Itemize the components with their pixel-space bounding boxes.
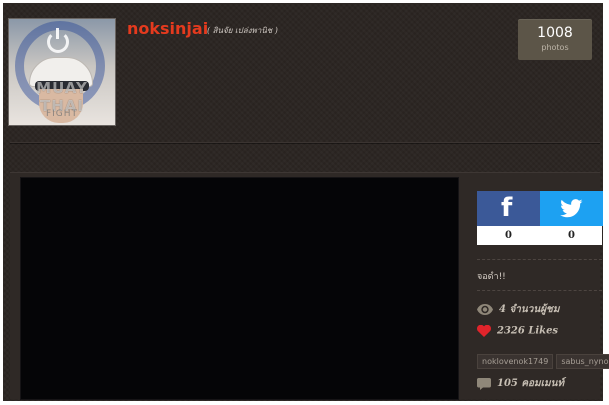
header-divider	[10, 142, 600, 143]
twitter-icon	[560, 199, 583, 218]
sidebar-divider	[477, 259, 602, 260]
username-link[interactable]: noksinjai	[127, 19, 208, 38]
sidebar-divider	[477, 290, 602, 291]
heart-icon	[477, 325, 491, 337]
tag-item[interactable]: noklovenok1749	[477, 354, 554, 369]
photo-count-label: photos	[541, 43, 569, 52]
tag-list: noklovenok1749 sabus_nynoo	[477, 349, 609, 369]
twitter-share-button[interactable]	[540, 191, 603, 226]
like-button[interactable]: 2326 Likes	[477, 325, 558, 337]
post-title: จอดำ!!	[477, 272, 506, 282]
power-icon	[47, 28, 69, 53]
view-count: 4 จำนวนผู้ชม	[477, 302, 559, 317]
like-count-text: 2326 Likes	[497, 325, 559, 337]
comment-icon	[477, 377, 491, 390]
full-name: ( สินจัย เปล่งพานิช )	[207, 26, 278, 35]
facebook-share-count: 0	[505, 230, 512, 241]
facebook-icon: f	[501, 193, 513, 223]
facebook-share-button[interactable]: f	[477, 191, 540, 226]
video-player[interactable]	[20, 177, 459, 400]
view-count-text: 4 จำนวนผู้ชม	[499, 304, 560, 315]
eye-icon	[477, 304, 493, 315]
tag-item[interactable]: sabus_nynoo	[556, 354, 609, 369]
photo-count-badge[interactable]: 1008 photos	[518, 19, 592, 60]
twitter-share-count: 0	[568, 230, 575, 241]
avatar-watermark-sub: FIGHT	[45, 109, 79, 119]
comment-count-text: 105 คอมเมนท์	[497, 378, 565, 389]
share-box: f 0 0	[477, 191, 603, 245]
comment-count[interactable]: 105 คอมเมนท์	[477, 376, 564, 391]
photo-count-number: 1008	[537, 25, 573, 41]
avatar[interactable]: MUAY THAI FIGHT	[8, 18, 116, 126]
